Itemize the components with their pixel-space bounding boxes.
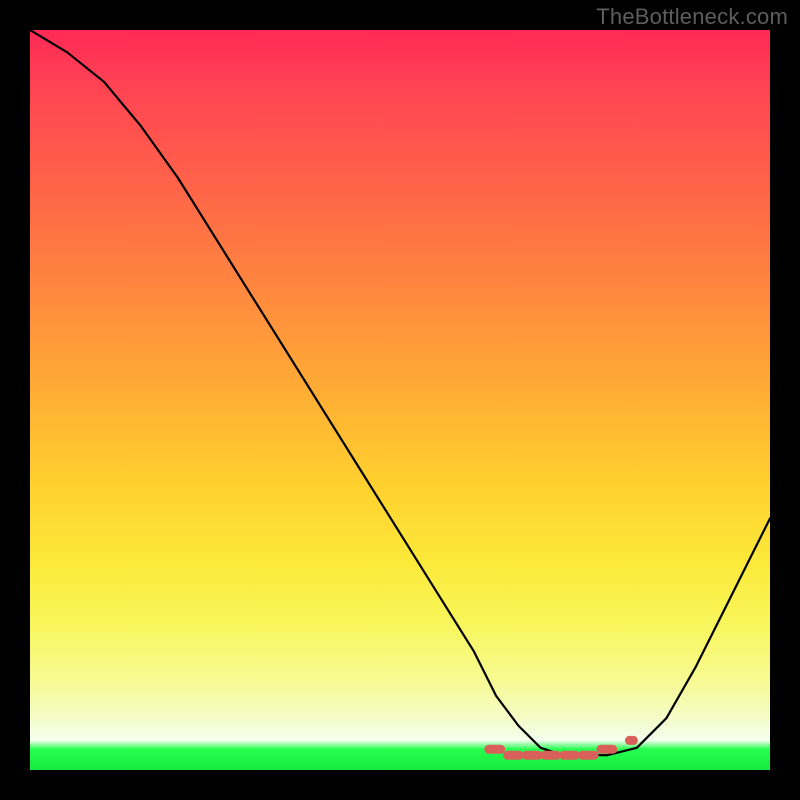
bottleneck-curve-line <box>30 30 770 755</box>
plot-area <box>30 30 770 770</box>
chart-frame: TheBottleneck.com <box>0 0 800 800</box>
minimum-highlight-dashes <box>489 740 634 755</box>
watermark-text: TheBottleneck.com <box>596 4 788 30</box>
curve-svg <box>30 30 770 770</box>
